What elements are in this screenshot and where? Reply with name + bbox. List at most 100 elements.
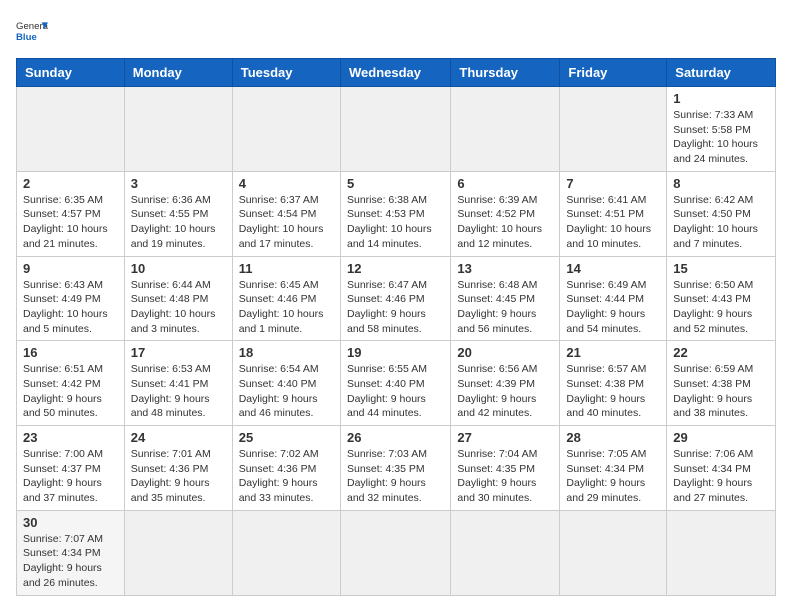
calendar-header-row: SundayMondayTuesdayWednesdayThursdayFrid…: [17, 59, 776, 87]
day-number: 9: [23, 261, 118, 276]
day-number: 22: [673, 345, 769, 360]
calendar-cell: 26 Sunrise: 7:03 AM Sunset: 4:35 PM Dayli…: [340, 426, 450, 511]
calendar-cell: [560, 510, 667, 595]
day-number: 18: [239, 345, 334, 360]
day-number: 20: [457, 345, 553, 360]
day-info: Sunrise: 6:56 AM Sunset: 4:39 PM Dayligh…: [457, 362, 553, 421]
logo: General Blue: [16, 16, 48, 48]
day-info: Sunrise: 7:01 AM Sunset: 4:36 PM Dayligh…: [131, 447, 226, 506]
day-info: Sunrise: 6:50 AM Sunset: 4:43 PM Dayligh…: [673, 278, 769, 337]
calendar-week-4: 23Sunrise: 7:00 AM Sunset: 4:37 PM Dayli…: [17, 426, 776, 511]
day-info: Sunrise: 7:33 AM Sunset: 5:58 PM Dayligh…: [673, 108, 769, 167]
day-info: Sunrise: 6:43 AM Sunset: 4:49 PM Dayligh…: [23, 278, 118, 337]
day-info: Sunrise: 6:48 AM Sunset: 4:45 PM Dayligh…: [457, 278, 553, 337]
calendar-cell: 21Sunrise: 6:57 AM Sunset: 4:38 PM Dayli…: [560, 341, 667, 426]
day-info: Sunrise: 6:49 AM Sunset: 4:44 PM Dayligh…: [566, 278, 660, 337]
calendar-cell: 30 Sunrise: 7:07 AM Sunset: 4:34 PM Dayli…: [17, 510, 125, 595]
calendar-cell: 22Sunrise: 6:59 AM Sunset: 4:38 PM Dayli…: [667, 341, 776, 426]
calendar-week-3: 16 Sunrise: 6:51 AM Sunset: 4:42 PM Dayli…: [17, 341, 776, 426]
day-info: Sunrise: 6:55 AM Sunset: 4:40 PM Dayligh…: [347, 362, 444, 421]
day-number: 23: [23, 430, 118, 445]
day-info: Sunrise: 6:47 AM Sunset: 4:46 PM Dayligh…: [347, 278, 444, 337]
col-header-sunday: Sunday: [17, 59, 125, 87]
calendar-cell: 1 Sunrise: 7:33 AM Sunset: 5:58 PM Daylig…: [667, 87, 776, 172]
day-info: Sunrise: 7:04 AM Sunset: 4:35 PM Dayligh…: [457, 447, 553, 506]
calendar-cell: [451, 510, 560, 595]
day-number: 7: [566, 176, 660, 191]
col-header-friday: Friday: [560, 59, 667, 87]
day-number: 6: [457, 176, 553, 191]
calendar-cell: 2 Sunrise: 6:35 AM Sunset: 4:57 PM Daylig…: [17, 171, 125, 256]
calendar-cell: [124, 87, 232, 172]
col-header-saturday: Saturday: [667, 59, 776, 87]
day-number: 14: [566, 261, 660, 276]
day-info: Sunrise: 6:42 AM Sunset: 4:50 PM Dayligh…: [673, 193, 769, 252]
calendar-cell: 20 Sunrise: 6:56 AM Sunset: 4:39 PM Dayli…: [451, 341, 560, 426]
page-header: General Blue: [16, 16, 776, 48]
day-info: Sunrise: 6:41 AM Sunset: 4:51 PM Dayligh…: [566, 193, 660, 252]
day-info: Sunrise: 6:45 AM Sunset: 4:46 PM Dayligh…: [239, 278, 334, 337]
day-number: 16: [23, 345, 118, 360]
day-info: Sunrise: 7:05 AM Sunset: 4:34 PM Dayligh…: [566, 447, 660, 506]
calendar-cell: [560, 87, 667, 172]
calendar-cell: [451, 87, 560, 172]
calendar-cell: 5Sunrise: 6:38 AM Sunset: 4:53 PM Daylig…: [340, 171, 450, 256]
day-number: 19: [347, 345, 444, 360]
day-info: Sunrise: 7:03 AM Sunset: 4:35 PM Dayligh…: [347, 447, 444, 506]
calendar-cell: 17Sunrise: 6:53 AM Sunset: 4:41 PM Dayli…: [124, 341, 232, 426]
day-info: Sunrise: 6:54 AM Sunset: 4:40 PM Dayligh…: [239, 362, 334, 421]
day-number: 8: [673, 176, 769, 191]
generalblue-logo-icon: General Blue: [16, 16, 48, 48]
calendar-week-2: 9 Sunrise: 6:43 AM Sunset: 4:49 PM Daylig…: [17, 256, 776, 341]
day-number: 1: [673, 91, 769, 106]
calendar-cell: 12 Sunrise: 6:47 AM Sunset: 4:46 PM Dayli…: [340, 256, 450, 341]
day-info: Sunrise: 6:38 AM Sunset: 4:53 PM Dayligh…: [347, 193, 444, 252]
calendar-cell: [667, 510, 776, 595]
calendar-cell: [124, 510, 232, 595]
calendar-cell: 11 Sunrise: 6:45 AM Sunset: 4:46 PM Dayli…: [232, 256, 340, 341]
calendar-cell: 16 Sunrise: 6:51 AM Sunset: 4:42 PM Dayli…: [17, 341, 125, 426]
day-number: 24: [131, 430, 226, 445]
col-header-monday: Monday: [124, 59, 232, 87]
calendar-cell: [340, 510, 450, 595]
calendar-cell: 13 Sunrise: 6:48 AM Sunset: 4:45 PM Dayli…: [451, 256, 560, 341]
day-number: 4: [239, 176, 334, 191]
calendar-cell: 15Sunrise: 6:50 AM Sunset: 4:43 PM Dayli…: [667, 256, 776, 341]
calendar-cell: 27 Sunrise: 7:04 AM Sunset: 4:35 PM Dayli…: [451, 426, 560, 511]
day-info: Sunrise: 6:44 AM Sunset: 4:48 PM Dayligh…: [131, 278, 226, 337]
day-info: Sunrise: 6:35 AM Sunset: 4:57 PM Dayligh…: [23, 193, 118, 252]
calendar-week-5: 30 Sunrise: 7:07 AM Sunset: 4:34 PM Dayli…: [17, 510, 776, 595]
col-header-wednesday: Wednesday: [340, 59, 450, 87]
calendar-cell: 29 Sunrise: 7:06 AM Sunset: 4:34 PM Dayli…: [667, 426, 776, 511]
day-number: 25: [239, 430, 334, 445]
day-number: 30: [23, 515, 118, 530]
calendar-week-1: 2 Sunrise: 6:35 AM Sunset: 4:57 PM Daylig…: [17, 171, 776, 256]
calendar-cell: 18 Sunrise: 6:54 AM Sunset: 4:40 PM Dayli…: [232, 341, 340, 426]
calendar-table: SundayMondayTuesdayWednesdayThursdayFrid…: [16, 58, 776, 596]
day-number: 12: [347, 261, 444, 276]
day-info: Sunrise: 6:51 AM Sunset: 4:42 PM Dayligh…: [23, 362, 118, 421]
calendar-cell: 4 Sunrise: 6:37 AM Sunset: 4:54 PM Daylig…: [232, 171, 340, 256]
day-number: 10: [131, 261, 226, 276]
day-number: 26: [347, 430, 444, 445]
day-number: 13: [457, 261, 553, 276]
calendar-cell: 3Sunrise: 6:36 AM Sunset: 4:55 PM Daylig…: [124, 171, 232, 256]
calendar-cell: 23Sunrise: 7:00 AM Sunset: 4:37 PM Dayli…: [17, 426, 125, 511]
day-number: 29: [673, 430, 769, 445]
calendar-cell: [232, 510, 340, 595]
day-number: 27: [457, 430, 553, 445]
day-number: 11: [239, 261, 334, 276]
day-number: 2: [23, 176, 118, 191]
day-info: Sunrise: 7:06 AM Sunset: 4:34 PM Dayligh…: [673, 447, 769, 506]
day-number: 3: [131, 176, 226, 191]
calendar-cell: [17, 87, 125, 172]
calendar-cell: 14 Sunrise: 6:49 AM Sunset: 4:44 PM Dayli…: [560, 256, 667, 341]
day-info: Sunrise: 6:37 AM Sunset: 4:54 PM Dayligh…: [239, 193, 334, 252]
day-number: 21: [566, 345, 660, 360]
calendar-cell: 10 Sunrise: 6:44 AM Sunset: 4:48 PM Dayli…: [124, 256, 232, 341]
calendar-cell: 28Sunrise: 7:05 AM Sunset: 4:34 PM Dayli…: [560, 426, 667, 511]
calendar-cell: 9 Sunrise: 6:43 AM Sunset: 4:49 PM Daylig…: [17, 256, 125, 341]
day-info: Sunrise: 6:39 AM Sunset: 4:52 PM Dayligh…: [457, 193, 553, 252]
calendar-cell: 19 Sunrise: 6:55 AM Sunset: 4:40 PM Dayli…: [340, 341, 450, 426]
day-info: Sunrise: 7:07 AM Sunset: 4:34 PM Dayligh…: [23, 532, 118, 591]
